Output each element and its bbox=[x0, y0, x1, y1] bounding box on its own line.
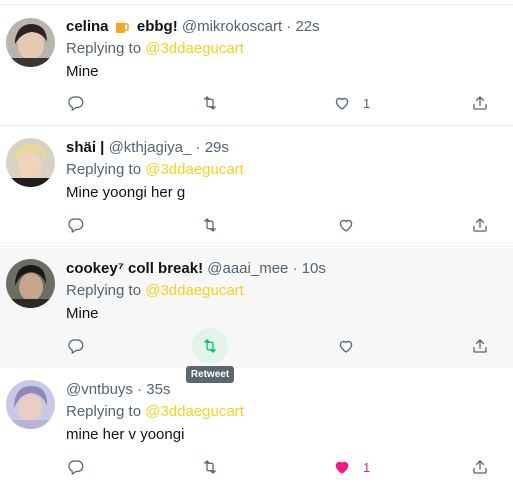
reply-button[interactable] bbox=[58, 449, 94, 485]
tweet-card[interactable]: cookey⁷ coll break! @aaai_mee · 10s Repl… bbox=[0, 248, 513, 368]
beer-mug-emoji bbox=[115, 18, 129, 34]
user-handle[interactable]: @vntbuys bbox=[66, 381, 133, 398]
retweet-icon bbox=[204, 96, 216, 110]
tweet-text: mine her v yoongi bbox=[66, 426, 185, 443]
replying-to-line: Replying to @3ddaegucart bbox=[66, 402, 244, 422]
timestamp[interactable]: 10s bbox=[302, 260, 326, 277]
tweet-card[interactable]: celina ebbg! @mikrokoscart · 22s Replyin… bbox=[0, 6, 513, 126]
separator-dot: · bbox=[137, 381, 143, 398]
like-button[interactable] bbox=[324, 449, 360, 485]
user-handle[interactable]: @mikrokoscart bbox=[182, 18, 282, 35]
share-icon bbox=[473, 339, 487, 353]
replying-to-mention[interactable]: @3ddaegucart bbox=[145, 403, 244, 420]
tweet-card[interactable]: @vntbuys · 35s Replying to @3ddaegucart … bbox=[0, 369, 513, 489]
reply-button[interactable] bbox=[58, 207, 94, 243]
like-button[interactable] bbox=[324, 85, 360, 121]
reply-icon bbox=[68, 218, 84, 233]
replying-to-label: Replying to bbox=[66, 282, 142, 299]
separator-dot: · bbox=[286, 18, 292, 35]
reply-icon bbox=[68, 460, 84, 475]
avatar[interactable] bbox=[6, 259, 55, 308]
share-icon bbox=[473, 96, 487, 110]
reply-button[interactable] bbox=[58, 85, 94, 121]
tweet-text: Mine bbox=[66, 305, 99, 322]
display-name[interactable]: celina bbox=[66, 18, 109, 35]
tweet-header: celina ebbg! @mikrokoscart · 22s bbox=[66, 17, 320, 37]
replying-to-mention[interactable]: @3ddaegucart bbox=[145, 161, 244, 178]
avatar[interactable] bbox=[6, 138, 55, 187]
share-button[interactable] bbox=[462, 85, 498, 121]
heart-filled-icon bbox=[335, 461, 349, 474]
user-handle[interactable]: @aaai_mee bbox=[207, 260, 288, 277]
replying-to-mention[interactable]: @3ddaegucart bbox=[145, 40, 244, 57]
tweet-header: shäi | @kthjagiya_ · 29s bbox=[66, 138, 229, 158]
share-button[interactable] bbox=[462, 328, 498, 364]
like-button[interactable] bbox=[328, 328, 364, 364]
avatar[interactable] bbox=[6, 380, 55, 429]
replying-to-label: Replying to bbox=[66, 40, 142, 57]
replying-to-label: Replying to bbox=[66, 403, 142, 420]
separator-dot: · bbox=[292, 260, 298, 277]
reply-button[interactable] bbox=[58, 328, 94, 364]
replying-to-line: Replying to @3ddaegucart bbox=[66, 39, 244, 59]
replying-to-label: Replying to bbox=[66, 161, 142, 178]
replying-to-line: Replying to @3ddaegucart bbox=[66, 160, 244, 180]
heart-icon bbox=[335, 97, 349, 110]
like-count: 1 bbox=[363, 96, 371, 111]
retweet-icon bbox=[204, 460, 216, 474]
timestamp[interactable]: 29s bbox=[205, 139, 229, 156]
retweet-icon bbox=[204, 339, 216, 353]
display-name[interactable]: cookey⁷ coll break! bbox=[66, 260, 203, 277]
share-button[interactable] bbox=[462, 207, 498, 243]
retweet-tooltip: Retweet bbox=[186, 366, 234, 383]
retweet-button[interactable] bbox=[192, 449, 228, 485]
retweet-button[interactable] bbox=[192, 207, 228, 243]
heart-icon bbox=[339, 340, 353, 353]
timestamp[interactable]: 35s bbox=[146, 381, 170, 398]
tweet-text: Mine yoongi her g bbox=[66, 184, 186, 201]
separator-dot: · bbox=[195, 139, 201, 156]
like-button[interactable] bbox=[328, 207, 364, 243]
replying-to-mention[interactable]: @3ddaegucart bbox=[145, 282, 244, 299]
like-count: 1 bbox=[363, 460, 371, 475]
tweet-text: Mine bbox=[66, 63, 99, 80]
timestamp[interactable]: 22s bbox=[295, 18, 319, 35]
heart-icon bbox=[339, 219, 353, 232]
retweet-icon bbox=[204, 218, 216, 232]
share-icon bbox=[473, 460, 487, 474]
timeline-top-border bbox=[0, 0, 513, 5]
user-handle[interactable]: @kthjagiya_ bbox=[109, 139, 192, 156]
share-button[interactable] bbox=[462, 449, 498, 485]
reply-icon bbox=[68, 96, 84, 111]
tweet-header: @vntbuys · 35s bbox=[66, 380, 170, 400]
display-name-suffix[interactable]: ebbg! bbox=[137, 18, 178, 35]
tweet-header: cookey⁷ coll break! @aaai_mee · 10s bbox=[66, 259, 326, 279]
display-name[interactable]: shäi | bbox=[66, 139, 104, 156]
reply-icon bbox=[68, 339, 84, 354]
share-icon bbox=[473, 218, 487, 232]
avatar[interactable] bbox=[6, 18, 55, 67]
retweet-button[interactable] bbox=[192, 328, 228, 364]
replying-to-line: Replying to @3ddaegucart bbox=[66, 281, 244, 301]
tweet-card[interactable]: shäi | @kthjagiya_ · 29s Replying to @3d… bbox=[0, 127, 513, 247]
retweet-button[interactable] bbox=[192, 85, 228, 121]
